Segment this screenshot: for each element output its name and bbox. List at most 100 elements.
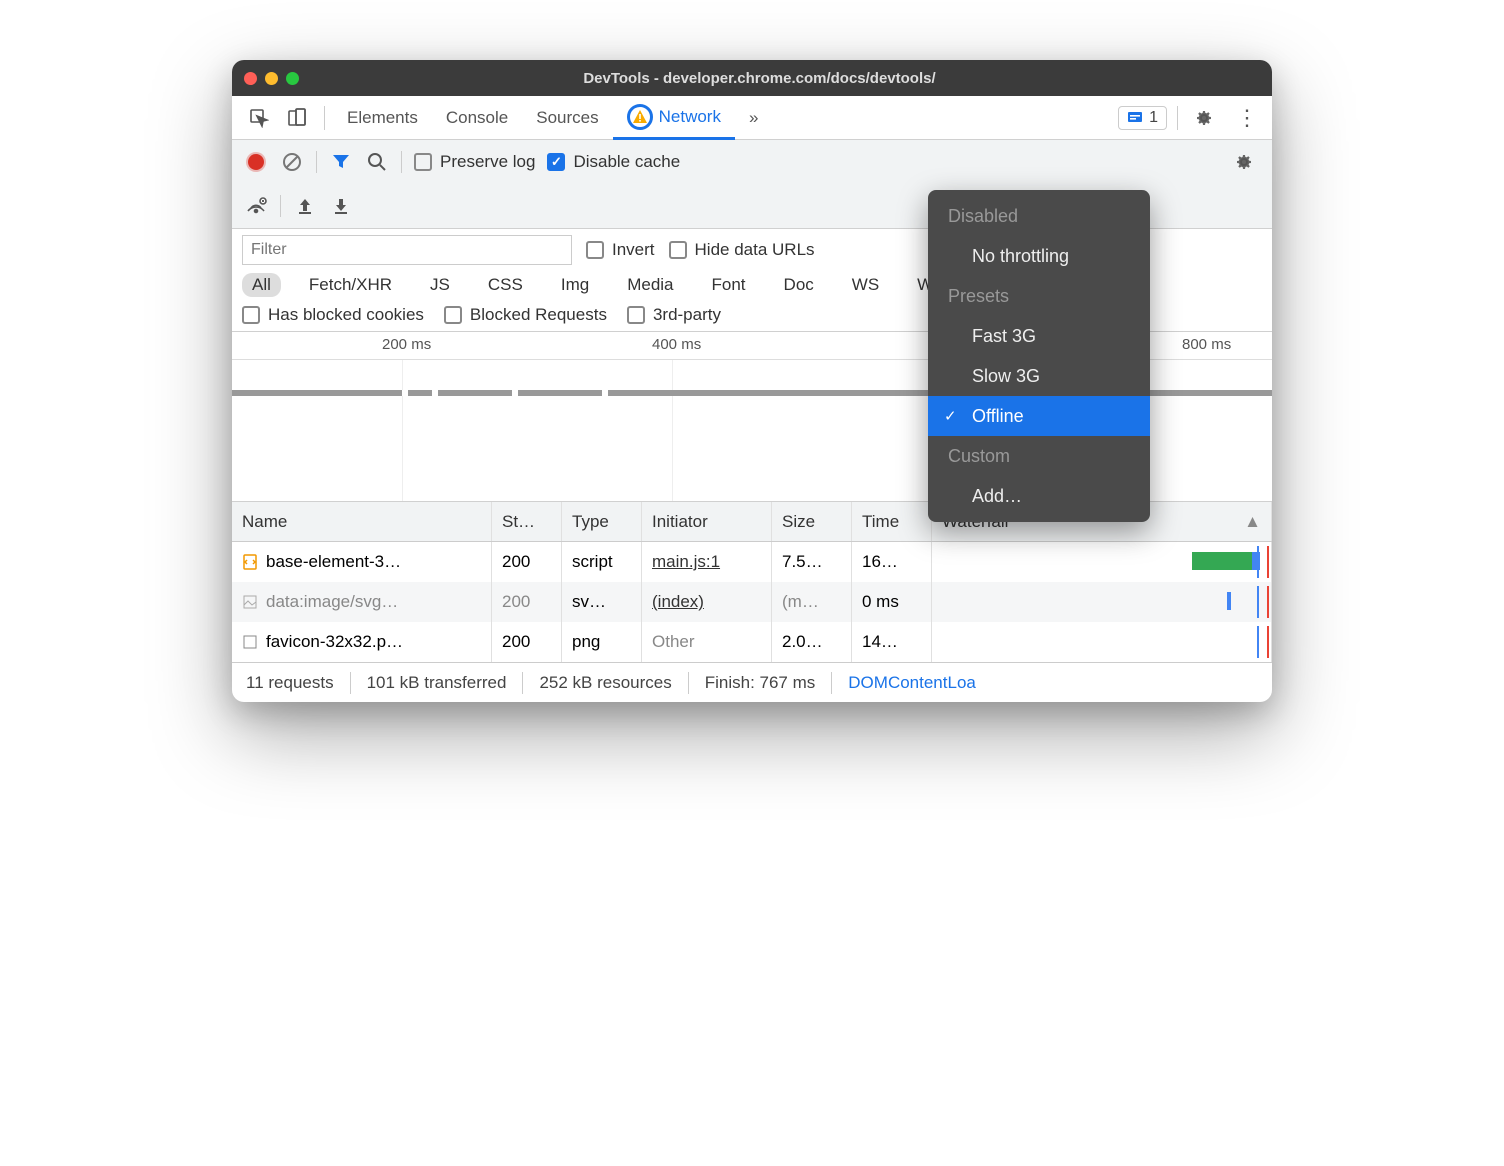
checkbox-icon xyxy=(414,153,432,171)
filter-icon[interactable] xyxy=(329,150,353,174)
checkbox-icon xyxy=(669,241,687,259)
maximize-button[interactable] xyxy=(286,72,299,85)
third-party-checkbox[interactable]: 3rd-party xyxy=(627,305,721,325)
more-tabs[interactable]: » xyxy=(735,96,772,140)
filter-type-js[interactable]: JS xyxy=(420,273,460,297)
row-waterfall xyxy=(932,582,1272,622)
row-status: 200 xyxy=(492,622,562,662)
inspect-icon[interactable] xyxy=(246,105,272,131)
separator xyxy=(688,672,689,694)
row-size: (m… xyxy=(772,582,852,622)
table-row[interactable]: base-element-3… 200 script main.js:1 7.5… xyxy=(232,542,1272,582)
separator xyxy=(324,106,325,130)
separator xyxy=(316,151,317,173)
table-row[interactable]: favicon-32x32.p… 200 png Other 2.0… 14… xyxy=(232,622,1272,662)
checkbox-icon xyxy=(627,306,645,324)
row-waterfall xyxy=(932,622,1272,662)
separator xyxy=(522,672,523,694)
checkbox-icon xyxy=(586,241,604,259)
record-button[interactable] xyxy=(244,150,268,174)
settings-gear-icon[interactable] xyxy=(1188,108,1220,128)
dropdown-no-throttling[interactable]: No throttling xyxy=(928,236,1150,276)
device-toggle-icon[interactable] xyxy=(284,105,310,131)
status-dcl[interactable]: DOMContentLoa xyxy=(848,673,976,693)
table-row[interactable]: data:image/svg… 200 sv… (index) (m… 0 ms xyxy=(232,582,1272,622)
close-button[interactable] xyxy=(244,72,257,85)
row-status: 200 xyxy=(492,582,562,622)
filter-type-all[interactable]: All xyxy=(242,273,281,297)
minimize-button[interactable] xyxy=(265,72,278,85)
clear-icon[interactable] xyxy=(280,150,304,174)
separator xyxy=(401,151,402,173)
col-status[interactable]: St… xyxy=(492,502,562,541)
hide-data-urls-label: Hide data URLs xyxy=(695,240,815,260)
filter-type-font[interactable]: Font xyxy=(702,273,756,297)
status-bar: 11 requests 101 kB transferred 252 kB re… xyxy=(232,662,1272,702)
dropdown-fast-3g[interactable]: Fast 3G xyxy=(928,316,1150,356)
row-name: favicon-32x32.p… xyxy=(266,632,403,652)
timeline-tick: 200 ms xyxy=(382,336,431,353)
requests-table: Name St… Type Initiator Size Time Waterf… xyxy=(232,502,1272,662)
filter-input[interactable] xyxy=(242,235,572,265)
row-time: 16… xyxy=(852,542,932,582)
disable-cache-checkbox[interactable]: ✓ Disable cache xyxy=(547,152,680,172)
image-file-icon xyxy=(242,634,258,650)
hide-data-urls-checkbox[interactable]: Hide data URLs xyxy=(669,240,815,260)
filter-type-fetch[interactable]: Fetch/XHR xyxy=(299,273,402,297)
blocked-requests-checkbox[interactable]: Blocked Requests xyxy=(444,305,607,325)
tab-elements[interactable]: Elements xyxy=(333,96,432,140)
preserve-log-checkbox[interactable]: Preserve log xyxy=(414,152,535,172)
check-icon: ✓ xyxy=(944,407,957,425)
row-waterfall xyxy=(932,542,1272,582)
filter-type-media[interactable]: Media xyxy=(617,273,683,297)
row-time: 0 ms xyxy=(852,582,932,622)
tab-console[interactable]: Console xyxy=(432,96,522,140)
row-name: data:image/svg… xyxy=(266,592,398,612)
devtools-window: DevTools - developer.chrome.com/docs/dev… xyxy=(232,60,1272,702)
col-initiator[interactable]: Initiator xyxy=(642,502,772,541)
more-menu-icon[interactable]: ⋮ xyxy=(1230,105,1264,131)
col-name[interactable]: Name xyxy=(232,502,492,541)
issues-badge[interactable]: 1 xyxy=(1118,106,1167,130)
window-title: DevTools - developer.chrome.com/docs/dev… xyxy=(299,70,1220,87)
col-type[interactable]: Type xyxy=(562,502,642,541)
tab-network[interactable]: Network xyxy=(613,96,735,140)
col-time[interactable]: Time xyxy=(852,502,932,541)
filter-type-ws[interactable]: WS xyxy=(842,273,889,297)
timeline-tick: 400 ms xyxy=(652,336,701,353)
checkbox-icon xyxy=(444,306,462,324)
upload-icon[interactable] xyxy=(293,194,317,218)
dropdown-add[interactable]: Add… xyxy=(928,476,1150,516)
invert-checkbox[interactable]: Invert xyxy=(586,240,655,260)
sort-indicator-icon: ▲ xyxy=(1244,512,1261,532)
throttling-icon[interactable] xyxy=(244,194,268,218)
row-initiator[interactable]: main.js:1 xyxy=(652,552,720,572)
row-size: 2.0… xyxy=(772,622,852,662)
issues-count: 1 xyxy=(1149,109,1158,127)
dropdown-header-disabled: Disabled xyxy=(928,196,1150,236)
search-icon[interactable] xyxy=(365,150,389,174)
col-size[interactable]: Size xyxy=(772,502,852,541)
blocked-cookies-checkbox[interactable]: Has blocked cookies xyxy=(242,305,424,325)
third-party-label: 3rd-party xyxy=(653,305,721,325)
timeline-gap xyxy=(402,390,408,396)
separator xyxy=(350,672,351,694)
filter-type-doc[interactable]: Doc xyxy=(774,273,824,297)
network-settings-gear-icon[interactable] xyxy=(1228,152,1260,172)
disable-cache-label: Disable cache xyxy=(573,152,680,172)
filter-type-img[interactable]: Img xyxy=(551,273,599,297)
filter-type-css[interactable]: CSS xyxy=(478,273,533,297)
gridline xyxy=(402,360,403,501)
separator xyxy=(280,195,281,217)
tab-sources[interactable]: Sources xyxy=(522,96,612,140)
tabs-bar: Elements Console Sources Network » 1 ⋮ xyxy=(232,96,1272,140)
dropdown-slow-3g[interactable]: Slow 3G xyxy=(928,356,1150,396)
row-initiator[interactable]: (index) xyxy=(652,592,704,612)
timeline-gap xyxy=(432,390,438,396)
dropdown-offline[interactable]: ✓ Offline xyxy=(928,396,1150,436)
checkbox-checked-icon: ✓ xyxy=(547,153,565,171)
row-initiator: Other xyxy=(642,622,772,662)
row-type: script xyxy=(562,542,642,582)
status-resources: 252 kB resources xyxy=(539,673,671,693)
download-icon[interactable] xyxy=(329,194,353,218)
